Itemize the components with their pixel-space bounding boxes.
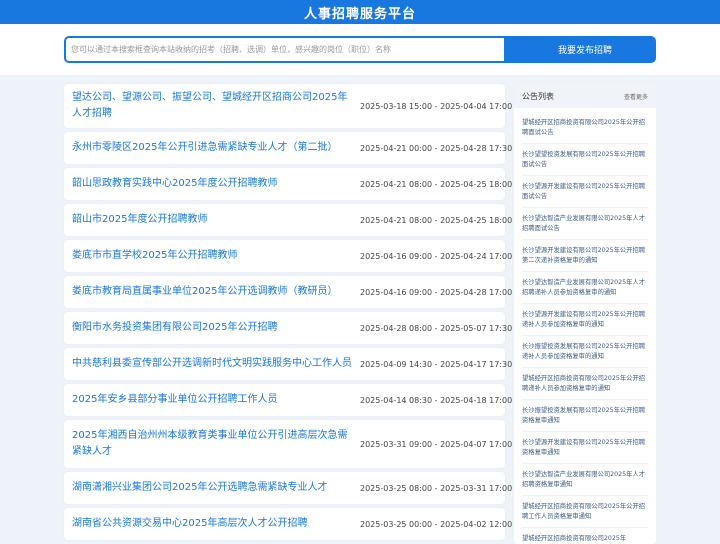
- application-period: 2025-04-09 14:30 - 2025-04-17 17:30: [360, 359, 513, 369]
- site-title: 人事招聘服务平台: [303, 6, 416, 22]
- announcement-item[interactable]: 长沙望源开发建设有限公司2025年公开招聘递补人员参加资格复审的通知: [522, 304, 648, 336]
- top-banner: 人事招聘服务平台: [0, 0, 720, 24]
- announcement-item[interactable]: 长沙望源开发建设有限公司2025年公开招聘资格复审通知: [522, 432, 648, 464]
- announcement-title: 公告列表: [522, 91, 554, 101]
- job-title-link[interactable]: 2025年湘西自治州州本级教育类事业单位公开引进高层次急需紧缺人才: [72, 428, 360, 460]
- view-more-link[interactable]: 查看更多: [624, 92, 648, 101]
- job-listing: 望达公司、望源公司、振望公司、望城经开区招商公司2025年人才招聘 2025-03…: [64, 84, 513, 544]
- job-title-link[interactable]: 韶山市2025年度公开招聘教师: [72, 212, 360, 228]
- announcement-item[interactable]: 望城经开区招商投资有限公司2025年公开招聘递补人员参加资格复审的通知: [522, 368, 648, 400]
- job-title-link[interactable]: 韶山思政教育实践中心2025年度公开招聘教师: [72, 176, 360, 192]
- job-listing-row[interactable]: 湖南潇湘兴业集团公司2025年公开选聘急需紧缺专业人才 2025-03-25 08…: [64, 472, 513, 504]
- job-listing-row[interactable]: 永州市零陵区2025年公开引进急需紧缺专业人才（第二批） 2025-04-21 0…: [64, 132, 513, 164]
- application-period: 2025-04-28 08:00 - 2025-05-07 17:30: [360, 323, 513, 333]
- application-period: 2025-04-14 08:30 - 2025-04-18 17:00: [360, 395, 513, 405]
- application-period: 2025-04-16 09:00 - 2025-04-28 17:00: [360, 287, 513, 297]
- application-period: 2025-04-21 00:00 - 2025-04-28 17:30: [360, 143, 513, 153]
- application-period: 2025-03-31 09:00 - 2025-04-07 17:00: [360, 439, 513, 449]
- announcement-item[interactable]: 长沙望达智造产业发展有限公司2025年人才招聘资格复审通知: [522, 464, 648, 496]
- job-title-link[interactable]: 永州市零陵区2025年公开引进急需紧缺专业人才（第二批）: [72, 140, 360, 156]
- search-input[interactable]: [71, 45, 504, 54]
- announcement-item[interactable]: 长沙望望投资发展有限公司2025年公开招聘面试公告: [522, 144, 648, 176]
- announcement-item[interactable]: 长沙望源开发建设有限公司2025年公开招聘面试公告: [522, 176, 648, 208]
- job-listing-row[interactable]: 娄底市市直学校2025年公开招聘教师 2025-04-16 09:00 - 202…: [64, 240, 513, 272]
- announcement-item[interactable]: 长沙望达智造产业发展有限公司2025年人才招聘递补人员参加资格复审的通知: [522, 272, 648, 304]
- job-title-link[interactable]: 中共慈利县委宣传部公开选调新时代文明实践服务中心工作人员: [72, 356, 360, 372]
- job-title-link[interactable]: 娄底市市直学校2025年公开招聘教师: [72, 248, 360, 264]
- announcement-item[interactable]: 望城经开区招商投资有限公司2025年公开招聘工作人员资格复审通知: [522, 496, 648, 528]
- search-box: [64, 36, 506, 63]
- job-title-link[interactable]: 湖南潇湘兴业集团公司2025年公开选聘急需紧缺专业人才: [72, 480, 360, 496]
- application-period: 2025-03-18 15:00 - 2025-04-04 17:00: [360, 101, 513, 111]
- announcement-item[interactable]: 长沙振望投资发展有限公司2025年公开招聘递补人员参加资格复审的通知: [522, 336, 648, 368]
- job-listing-row[interactable]: 衡阳市水务投资集团有限公司2025年公开招聘 2025-04-28 08:00 -…: [64, 312, 513, 344]
- job-title-link[interactable]: 2025年安乡县部分事业单位公开招聘工作人员: [72, 392, 360, 408]
- job-listing-row[interactable]: 中共慈利县委宣传部公开选调新时代文明实践服务中心工作人员 2025-04-09 1…: [64, 348, 513, 380]
- application-period: 2025-04-21 08:00 - 2025-04-25 18:00: [360, 215, 513, 225]
- job-title-link[interactable]: 湖南省公共资源交易中心2025年高层次人才公开招聘: [72, 516, 360, 532]
- announcement-item[interactable]: 长沙望达智造产业发展有限公司2025年人才招聘面试公告: [522, 208, 648, 240]
- announcement-header: 公告列表 查看更多: [514, 84, 656, 108]
- announcement-panel: 公告列表 查看更多 望城经开区招商投资有限公司2025年公开招聘面试公告 长沙望望…: [514, 84, 656, 544]
- announcement-item[interactable]: 望城经开区招商投资有限公司2025年: [522, 528, 648, 544]
- job-listing-row[interactable]: 娄底市教育局直属事业单位2025年公开选调教师（教研员） 2025-04-16 0…: [64, 276, 513, 308]
- application-period: 2025-04-16 09:00 - 2025-04-24 17:00: [360, 251, 513, 261]
- application-period: 2025-03-25 00:00 - 2025-04-02 12:00: [360, 519, 513, 529]
- job-listing-row[interactable]: 2025年安乡县部分事业单位公开招聘工作人员 2025-04-14 08:30 -…: [64, 384, 513, 416]
- announcement-list: 望城经开区招商投资有限公司2025年公开招聘面试公告 长沙望望投资发展有限公司20…: [514, 108, 656, 544]
- job-listing-row[interactable]: 2025年湘西自治州州本级教育类事业单位公开引进高层次急需紧缺人才 2025-03…: [64, 420, 513, 468]
- job-listing-row[interactable]: 湖南省公共资源交易中心2025年高层次人才公开招聘 2025-03-25 00:0…: [64, 508, 513, 540]
- announcement-item[interactable]: 望城经开区招商投资有限公司2025年公开招聘面试公告: [522, 112, 648, 144]
- job-listing-row[interactable]: 望达公司、望源公司、振望公司、望城经开区招商公司2025年人才招聘 2025-03…: [64, 84, 513, 128]
- job-title-link[interactable]: 衡阳市水务投资集团有限公司2025年公开招聘: [72, 320, 360, 336]
- job-listing-row[interactable]: 韶山思政教育实践中心2025年度公开招聘教师 2025-04-21 08:00 -…: [64, 168, 513, 200]
- job-listing-row[interactable]: 韶山市2025年度公开招聘教师 2025-04-21 08:00 - 2025-0…: [64, 204, 513, 236]
- publish-recruitment-button[interactable]: 我要发布招聘: [514, 36, 656, 63]
- application-period: 2025-03-25 08:00 - 2025-03-31 17:00: [360, 483, 513, 493]
- job-title-link[interactable]: 娄底市教育局直属事业单位2025年公开选调教师（教研员）: [72, 284, 360, 300]
- application-period: 2025-04-21 08:00 - 2025-04-25 18:00: [360, 179, 513, 189]
- announcement-item[interactable]: 长沙振望投资发展有限公司2025年公开招聘资格复审通知: [522, 400, 648, 432]
- announcement-item[interactable]: 长沙望源开发建设有限公司2025年公开招聘第二次递补资格复审的通知: [522, 240, 648, 272]
- job-title-link[interactable]: 望达公司、望源公司、振望公司、望城经开区招商公司2025年人才招聘: [72, 90, 360, 122]
